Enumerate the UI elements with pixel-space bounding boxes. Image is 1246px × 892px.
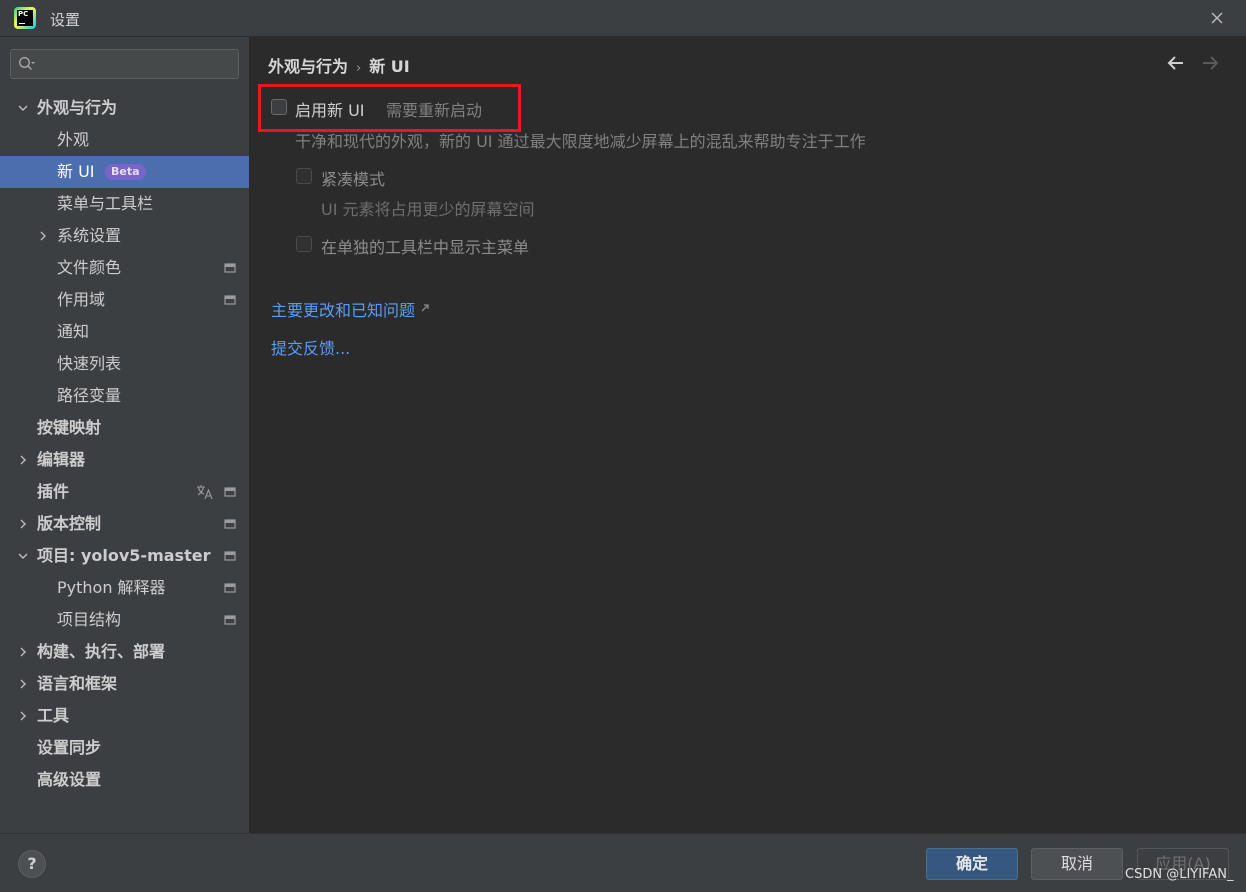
sidebar-item-appearance[interactable]: 外观 <box>0 124 249 156</box>
project-level-icon <box>224 263 236 273</box>
title-bar: PC 设置 <box>0 0 1246 37</box>
sidebar-item-label: 按键映射 <box>37 418 102 437</box>
sidebar-item-appearance-behavior[interactable]: 外观与行为 <box>0 92 249 124</box>
cancel-button[interactable]: 取消 <box>1031 848 1123 880</box>
chevron-right-icon[interactable] <box>17 678 29 690</box>
settings-content-panel: 外观与行为 › 新 UI <box>249 37 1246 833</box>
sidebar-item-project-structure[interactable]: 项目结构 <box>0 604 249 636</box>
beta-badge: Beta <box>105 164 146 180</box>
sidebar-item-label: 构建、执行、部署 <box>37 642 166 661</box>
chevron-right-icon[interactable] <box>17 454 29 466</box>
sidebar-item-label: 项目结构 <box>57 610 122 629</box>
project-level-icon <box>224 583 236 593</box>
chevron-right-icon[interactable] <box>17 710 29 722</box>
submit-feedback-link[interactable]: 提交反馈... <box>271 335 350 359</box>
project-level-icon <box>224 615 236 625</box>
sidebar-item-menus-toolbars[interactable]: 菜单与工具栏 <box>0 188 249 220</box>
forward-arrow-icon[interactable] <box>1200 54 1220 72</box>
sidebar-item-quick-lists[interactable]: 快速列表 <box>0 348 249 380</box>
search-input[interactable] <box>39 53 238 77</box>
project-level-icon <box>224 519 236 529</box>
main-menu-toolbar-label[interactable]: 在单独的工具栏中显示主菜单 <box>321 234 529 258</box>
sidebar-item-settings-sync[interactable]: 设置同步 <box>0 732 249 764</box>
sidebar-item-label: 项目: yolov5-master <box>37 546 211 565</box>
compact-mode-label[interactable]: 紧凑模式 <box>321 166 385 190</box>
close-icon[interactable] <box>1207 8 1227 28</box>
sidebar-item-label: 作用域 <box>57 290 106 309</box>
sidebar-item-label: 外观与行为 <box>37 98 118 117</box>
project-level-icon <box>224 551 236 561</box>
translate-icon <box>197 485 213 500</box>
main-menu-toolbar-checkbox[interactable] <box>296 236 312 252</box>
sidebar-item-keymap[interactable]: 按键映射 <box>0 412 249 444</box>
pycharm-app-icon: PC <box>14 7 36 29</box>
sidebar-item-version-control[interactable]: 版本控制 <box>0 508 249 540</box>
sidebar-item-label: 菜单与工具栏 <box>57 194 154 213</box>
chevron-right-icon[interactable] <box>37 230 49 242</box>
sidebar-item-python-interpreter[interactable]: Python 解释器 <box>0 572 249 604</box>
sidebar-item-label: 设置同步 <box>37 738 102 757</box>
chevron-down-icon[interactable] <box>17 550 29 562</box>
project-level-icon <box>224 487 236 497</box>
breadcrumb-separator: › <box>356 61 362 76</box>
sidebar-item-editor[interactable]: 编辑器 <box>0 444 249 476</box>
sidebar-item-label: 外观 <box>57 130 90 149</box>
csdn-watermark: CSDN @LIYIFAN_ <box>1125 867 1234 882</box>
sidebar-item-label: Python 解释器 <box>57 578 166 597</box>
sidebar-item-label: 编辑器 <box>37 450 86 469</box>
sidebar-item-system-settings[interactable]: 系统设置 <box>0 220 249 252</box>
settings-sidebar: 外观与行为 外观 新 UI Beta 菜单与工具栏 系统设置 文件颜色 作用域 … <box>0 37 249 833</box>
project-level-icon <box>224 295 236 305</box>
external-link-icon[interactable] <box>420 303 430 313</box>
search-box[interactable] <box>10 49 239 79</box>
sidebar-item-label: 通知 <box>57 322 90 341</box>
sidebar-item-label: 工具 <box>37 706 70 725</box>
sidebar-item-notifications[interactable]: 通知 <box>0 316 249 348</box>
sidebar-item-tools[interactable]: 工具 <box>0 700 249 732</box>
sidebar-item-label: 插件 <box>37 482 70 501</box>
chevron-right-icon[interactable] <box>17 518 29 530</box>
window-title: 设置 <box>50 11 81 29</box>
sidebar-item-label: 语言和框架 <box>37 674 118 693</box>
chevron-down-icon[interactable] <box>17 102 29 114</box>
sidebar-item-build-execution-deployment[interactable]: 构建、执行、部署 <box>0 636 249 668</box>
dialog-footer: ? 确定 取消 应用(A) CSDN @LIYIFAN_ <box>0 833 1246 892</box>
help-button[interactable]: ? <box>18 850 46 878</box>
highlight-box <box>258 84 521 132</box>
breadcrumb-parent[interactable]: 外观与行为 <box>268 57 348 76</box>
sidebar-item-advanced-settings[interactable]: 高级设置 <box>0 764 249 796</box>
sidebar-item-file-colors[interactable]: 文件颜色 <box>0 252 249 284</box>
back-arrow-icon[interactable] <box>1166 54 1186 72</box>
sidebar-item-label: 路径变量 <box>57 386 122 405</box>
sidebar-item-label: 新 UI <box>57 162 95 181</box>
new-ui-description: 干净和现代的外观，新的 UI 通过最大限度地减少屏幕上的混乱来帮助专注于工作 <box>295 132 866 151</box>
sidebar-item-scopes[interactable]: 作用域 <box>0 284 249 316</box>
chevron-right-icon[interactable] <box>17 646 29 658</box>
sidebar-item-label: 高级设置 <box>37 770 102 789</box>
sidebar-item-languages-frameworks[interactable]: 语言和框架 <box>0 668 249 700</box>
sidebar-item-path-variables[interactable]: 路径变量 <box>0 380 249 412</box>
search-icon[interactable] <box>18 56 36 72</box>
compact-mode-checkbox[interactable] <box>296 168 312 184</box>
sidebar-item-new-ui[interactable]: 新 UI Beta <box>0 156 249 188</box>
sidebar-item-plugins[interactable]: 插件 <box>0 476 249 508</box>
sidebar-item-label: 快速列表 <box>57 354 122 373</box>
changes-known-issues-link[interactable]: 主要更改和已知问题 <box>271 297 415 321</box>
sidebar-item-label: 版本控制 <box>37 514 102 533</box>
breadcrumb: 外观与行为 › 新 UI <box>268 53 410 77</box>
sidebar-item-label: 文件颜色 <box>57 258 122 277</box>
ok-button[interactable]: 确定 <box>926 848 1018 880</box>
sidebar-item-label: 系统设置 <box>57 226 122 245</box>
compact-mode-hint: UI 元素将占用更少的屏幕空间 <box>321 200 535 219</box>
breadcrumb-current: 新 UI <box>369 57 410 76</box>
sidebar-item-project[interactable]: 项目: yolov5-master <box>0 540 249 572</box>
